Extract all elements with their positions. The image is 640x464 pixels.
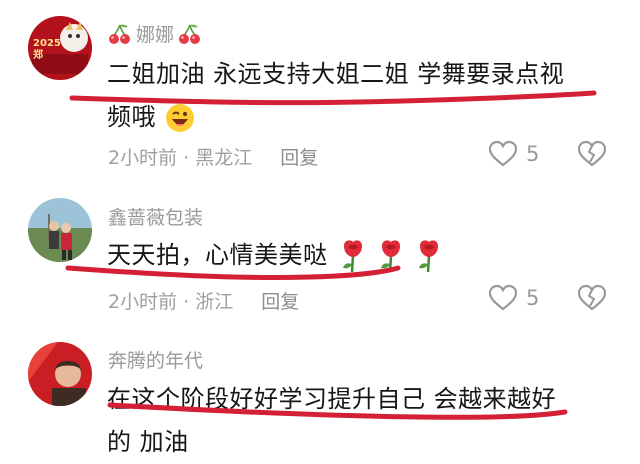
heart-outline-icon bbox=[488, 140, 518, 167]
rose-emoji bbox=[418, 240, 438, 273]
comment-meta: 2小时前 · 浙江 回复 bbox=[108, 287, 299, 314]
username-text: 奔腾的年代 bbox=[108, 350, 204, 372]
avatar[interactable]: 2025 郑 bbox=[28, 16, 92, 80]
comment-meta: 2小时前 · 黑龙江 回复 bbox=[108, 143, 318, 170]
reply-button[interactable]: 回复 bbox=[280, 143, 318, 170]
comment-text-line: 在这个阶段好好学习提升自己 会越来越好 bbox=[107, 385, 557, 413]
cherry-icon bbox=[179, 24, 201, 44]
avatar-image bbox=[28, 342, 92, 406]
reply-button[interactable]: 回复 bbox=[261, 287, 299, 314]
time-location: 2小时前 · 黑龙江 bbox=[108, 147, 253, 169]
username-text: 娜娜 bbox=[136, 24, 175, 46]
username[interactable]: 鑫蔷薇包装 bbox=[108, 203, 203, 230]
comment-text: 天天拍，心情美美哒 bbox=[107, 234, 617, 277]
grinning-wink-emoji bbox=[166, 104, 195, 132]
broken-heart-icon[interactable] bbox=[577, 284, 607, 312]
username[interactable]: 娜娜 bbox=[108, 20, 202, 47]
time-location: 2小时前 · 浙江 bbox=[108, 291, 234, 313]
like-button[interactable]: 5 bbox=[488, 284, 539, 312]
rose-emoji bbox=[380, 240, 400, 273]
broken-heart-icon[interactable] bbox=[577, 140, 607, 168]
avatar[interactable] bbox=[28, 342, 92, 406]
like-button[interactable]: 5 bbox=[488, 140, 539, 168]
heart-outline-icon bbox=[488, 284, 518, 311]
avatar-badge: 2025 郑 bbox=[33, 38, 61, 61]
avatar-image bbox=[28, 198, 92, 262]
username-text: 鑫蔷薇包装 bbox=[108, 207, 204, 229]
like-count: 5 bbox=[526, 142, 540, 166]
username[interactable]: 奔腾的年代 bbox=[108, 346, 203, 373]
rose-emoji-group bbox=[338, 240, 444, 273]
cherry-icon bbox=[109, 24, 130, 44]
avatar[interactable] bbox=[28, 198, 92, 262]
comment-text: 二姐加油 永远支持大姐二姐 学舞要录点视 频哦 bbox=[107, 53, 617, 139]
comment-text-line-2: 的 加油 bbox=[107, 428, 189, 456]
comment-text-line: 二姐加油 永远支持大姐二姐 学舞要录点视 bbox=[107, 60, 565, 88]
rose-emoji bbox=[342, 240, 362, 273]
comment-text: 在这个阶段好好学习提升自己 会越来越好 的 加油 bbox=[107, 378, 617, 464]
comment-text-line: 天天拍，心情美美哒 bbox=[107, 241, 328, 269]
comment-text-line-2: 频哦 bbox=[107, 96, 617, 139]
like-count: 5 bbox=[526, 286, 540, 310]
